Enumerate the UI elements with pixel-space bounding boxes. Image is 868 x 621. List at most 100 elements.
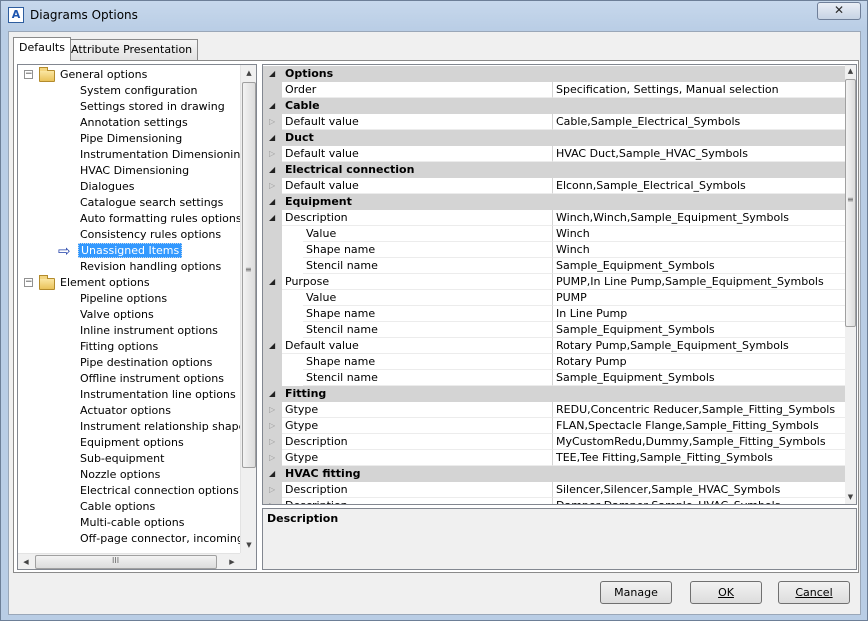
tree-item[interactable]: Multi-cable options: [78, 515, 186, 531]
property-value[interactable]: Sample_Equipment_Symbols: [552, 322, 845, 338]
tree-item[interactable]: Cable options: [78, 499, 157, 515]
category-row[interactable]: ◢ Duct: [263, 130, 845, 146]
grid-vertical-scrollbar[interactable]: ▲ ≡ ▼: [845, 65, 856, 504]
tree-vertical-scrollbar[interactable]: ▲ ≡ ▼: [240, 65, 256, 553]
property-row[interactable]: Shape name Rotary Pump: [263, 354, 845, 370]
expanded-triangle-icon[interactable]: ◢: [269, 338, 275, 353]
property-row[interactable]: ◢ Purpose PUMP,In Line Pump,Sample_Equipme…: [263, 274, 845, 290]
collapsed-triangle-icon[interactable]: ▷: [269, 434, 275, 449]
tree-item[interactable]: Pipe Dimensioning: [78, 131, 184, 147]
expanded-triangle-icon[interactable]: ◢: [269, 130, 275, 145]
tree-item[interactable]: Auto formatting rules options: [78, 211, 240, 227]
tree-item[interactable]: Instrumentation line options: [78, 387, 238, 403]
collapsed-triangle-icon[interactable]: ▷: [269, 482, 275, 497]
property-value[interactable]: Winch: [552, 242, 845, 258]
property-value[interactable]: Damper,Damper,Sample_HVAC_Symbols: [552, 498, 845, 504]
property-value[interactable]: Rotary Pump: [552, 354, 845, 370]
category-row[interactable]: ◢ Fitting: [263, 386, 845, 402]
property-value[interactable]: Cable,Sample_Electrical_Symbols: [552, 114, 845, 130]
tree-item[interactable]: Fitting options: [78, 339, 160, 355]
property-value[interactable]: HVAC Duct,Sample_HVAC_Symbols: [552, 146, 845, 162]
property-row[interactable]: Order Specification, Settings, Manual sel…: [263, 82, 845, 98]
property-row[interactable]: ▷ Description Silencer,Silencer,Sample_HVA…: [263, 482, 845, 498]
tree-group-general[interactable]: − General options: [18, 67, 240, 83]
expanded-triangle-icon[interactable]: ◢: [269, 194, 275, 209]
category-row[interactable]: ◢ Equipment: [263, 194, 845, 210]
category-row[interactable]: ◢ Cable: [263, 98, 845, 114]
tree-item[interactable]: Instrument relationship shape opt: [78, 419, 240, 435]
grid-scroll-down-arrow-icon[interactable]: ▼: [845, 491, 856, 503]
expanded-triangle-icon[interactable]: ◢: [269, 66, 275, 81]
options-tree[interactable]: − General options System configuration Sett…: [17, 64, 257, 570]
tree-group-element[interactable]: − Element options: [18, 275, 240, 291]
tree-item[interactable]: Pipeline options: [78, 291, 169, 307]
property-value[interactable]: Sample_Equipment_Symbols: [552, 258, 845, 274]
property-value[interactable]: MyCustomRedu,Dummy,Sample_Fitting_Symbol…: [552, 434, 845, 450]
collapsed-triangle-icon[interactable]: ▷: [269, 178, 275, 193]
property-grid[interactable]: ◢ Options Order Specification, Settings, Ma…: [262, 64, 857, 505]
tree-item[interactable]: HVAC Dimensioning: [78, 163, 191, 179]
tab-attribute-presentation[interactable]: Attribute Presentation: [65, 39, 199, 60]
property-row[interactable]: ▷ Gtype FLAN,Spectacle Flange,Sample_Fitti…: [263, 418, 845, 434]
property-row[interactable]: ▷ Default value HVAC Duct,Sample_HVAC_Symb…: [263, 146, 845, 162]
expanded-triangle-icon[interactable]: ◢: [269, 98, 275, 113]
property-value[interactable]: TEE,Tee Fitting,Sample_Fitting_Symbols: [552, 450, 845, 466]
close-button[interactable]: ✕: [817, 2, 861, 20]
tree-item[interactable]: Catalogue search settings: [78, 195, 225, 211]
property-value[interactable]: Winch,Winch,Sample_Equipment_Symbols: [552, 210, 845, 226]
category-row[interactable]: ◢ Options: [263, 66, 845, 82]
property-row[interactable]: Stencil name Sample_Equipment_Symbols: [263, 322, 845, 338]
tree-item[interactable]: Settings stored in drawing: [78, 99, 227, 115]
property-value[interactable]: PUMP,In Line Pump,Sample_Equipment_Symbo…: [552, 274, 845, 290]
expanded-triangle-icon[interactable]: ◢: [269, 162, 275, 177]
category-row[interactable]: ◢ Electrical connection: [263, 162, 845, 178]
expanded-triangle-icon[interactable]: ◢: [269, 386, 275, 401]
property-row[interactable]: ▷ Default value Cable,Sample_Electrical_Sy…: [263, 114, 845, 130]
tree-hscroll-thumb[interactable]: [35, 555, 217, 569]
property-value[interactable]: FLAN,Spectacle Flange,Sample_Fitting_Sym…: [552, 418, 845, 434]
property-row[interactable]: Shape name Winch: [263, 242, 845, 258]
property-value[interactable]: In Line Pump: [552, 306, 845, 322]
cancel-button[interactable]: Cancel: [778, 581, 850, 604]
tree-item[interactable]: Instrumentation Dimensioning: [78, 147, 240, 163]
scroll-right-arrow-icon[interactable]: ▶: [224, 554, 240, 569]
ok-button[interactable]: OK: [690, 581, 762, 604]
tree-item[interactable]: Revision handling options: [78, 259, 223, 275]
tree-item[interactable]: Inline instrument options: [78, 323, 220, 339]
expanded-triangle-icon[interactable]: ◢: [269, 466, 275, 481]
collapsed-triangle-icon[interactable]: ▷: [269, 402, 275, 417]
property-row[interactable]: ▷ Gtype REDU,Concentric Reducer,Sample_Fit…: [263, 402, 845, 418]
grid-scroll-up-arrow-icon[interactable]: ▲: [845, 65, 856, 77]
property-row[interactable]: ◢ Default value Rotary Pump,Sample_Equipme…: [263, 338, 845, 354]
property-value[interactable]: Specification, Settings, Manual selectio…: [552, 82, 845, 98]
expanded-triangle-icon[interactable]: ◢: [269, 274, 275, 289]
scroll-up-arrow-icon[interactable]: ▲: [241, 65, 256, 81]
tree-item[interactable]: Offline instrument options: [78, 371, 226, 387]
tree-horizontal-scrollbar[interactable]: ◀ III ▶: [18, 553, 240, 569]
property-row[interactable]: Value PUMP: [263, 290, 845, 306]
tree-item[interactable]: Sub-equipment: [78, 451, 166, 467]
tree-item[interactable]: Actuator options: [78, 403, 173, 419]
property-row[interactable]: Stencil name Sample_Equipment_Symbols: [263, 370, 845, 386]
property-row[interactable]: ▷ Gtype TEE,Tee Fitting,Sample_Fitting_Sym…: [263, 450, 845, 466]
property-row[interactable]: ▷ DescriptionDamper,Damper,Sample_HVAC_Sy…: [263, 498, 845, 504]
property-row[interactable]: Value Winch: [263, 226, 845, 242]
title-bar[interactable]: A Diagrams Options ✕: [1, 1, 867, 31]
collapsed-triangle-icon[interactable]: ▷: [269, 450, 275, 465]
tree-item[interactable]: Nozzle options: [78, 467, 162, 483]
tree-item[interactable]: Off-page connector, incoming op: [78, 531, 240, 547]
property-value[interactable]: PUMP: [552, 290, 845, 306]
property-value[interactable]: REDU,Concentric Reducer,Sample_Fitting_S…: [552, 402, 845, 418]
tree-item[interactable]: Equipment options: [78, 435, 186, 451]
collapse-icon[interactable]: −: [24, 278, 33, 287]
scroll-down-arrow-icon[interactable]: ▼: [241, 537, 256, 553]
property-value[interactable]: Silencer,Silencer,Sample_HVAC_Symbols: [552, 482, 845, 498]
collapsed-triangle-icon[interactable]: ▷: [269, 114, 275, 129]
scroll-left-arrow-icon[interactable]: ◀: [18, 554, 34, 569]
tree-scroll-thumb[interactable]: [242, 82, 256, 468]
property-row[interactable]: ▷ Description MyCustomRedu,Dummy,Sample_Fi…: [263, 434, 845, 450]
property-value[interactable]: Rotary Pump,Sample_Equipment_Symbols: [552, 338, 845, 354]
property-row[interactable]: ▷ Default value Elconn,Sample_Electrical_S…: [263, 178, 845, 194]
tab-defaults[interactable]: Defaults: [13, 37, 71, 61]
tree-item[interactable]: System configuration: [78, 83, 199, 99]
